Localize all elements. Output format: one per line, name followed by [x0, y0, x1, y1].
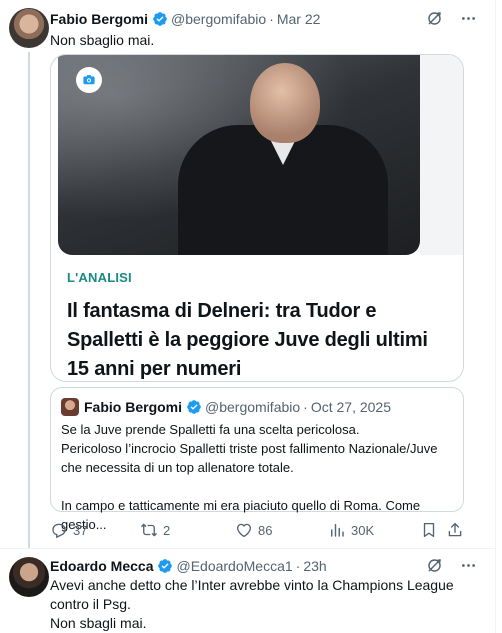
tweet-header: Edoardo Mecca @EdoardoMecca1 · 23h	[50, 557, 327, 575]
tweet-top-actions	[424, 8, 478, 28]
card-title[interactable]: Il fantasma di Delneri: tra Tudor e Spal…	[67, 297, 437, 381]
repost-count: 2	[163, 522, 171, 538]
repost-button[interactable]: 2	[140, 520, 170, 540]
quoted-header: Fabio Bergomi @bergomifabio · Oct 27, 20…	[84, 398, 391, 416]
quoted-line: Se la Juve prende Spalletti fa una scelt…	[61, 422, 360, 437]
header-separator: ·	[269, 11, 274, 27]
quoted-handle: @bergomifabio	[205, 399, 301, 415]
thread-connector-line	[28, 52, 30, 548]
tweet-header: Fabio Bergomi @bergomifabio · Mar 22	[50, 10, 320, 28]
grok-icon[interactable]	[424, 8, 444, 28]
tweet-text: Avevi anche detto che l’Inter avrebbe vi…	[50, 576, 465, 633]
avatar-fabio-bergomi[interactable]	[9, 8, 49, 48]
more-options-icon[interactable]	[458, 8, 478, 28]
grok-icon[interactable]	[424, 555, 444, 575]
quoted-date: Oct 27, 2025	[310, 399, 392, 415]
tweet-top-actions	[424, 555, 478, 575]
reply-icon	[52, 523, 66, 539]
verified-badge-icon	[158, 559, 173, 573]
tweet-date[interactable]: 23h	[303, 557, 326, 575]
image-side-margin	[420, 55, 463, 255]
bookmark-button[interactable]	[420, 520, 438, 540]
tweet-fabio-bergomi[interactable]: Fabio Bergomi @bergomifabio · Mar 22 Non…	[0, 0, 495, 548]
share-button[interactable]	[446, 520, 464, 540]
quoted-separator: ·	[303, 399, 308, 415]
author-name[interactable]: Fabio Bergomi	[50, 10, 148, 28]
camera-icon	[76, 67, 102, 93]
image-figure-head	[250, 63, 320, 143]
quoted-author-name: Fabio Bergomi	[84, 399, 183, 415]
quoted-line: Pericoloso l’incrocio Spalletti triste p…	[61, 441, 438, 475]
tweet-divider	[0, 548, 495, 549]
author-handle[interactable]: @EdoardoMecca1	[176, 557, 292, 575]
verified-badge-icon	[187, 400, 201, 414]
author-name[interactable]: Edoardo Mecca	[50, 557, 153, 575]
author-handle[interactable]: @bergomifabio	[171, 10, 266, 28]
quoted-line	[61, 477, 453, 496]
like-count: 86	[258, 522, 273, 538]
views-count: 30K	[351, 522, 375, 538]
tweet-text: Non sbaglio mai.	[50, 32, 155, 48]
share-icon	[448, 522, 462, 537]
article-image[interactable]	[58, 55, 420, 255]
reply-count: 37	[73, 522, 88, 538]
timeline-right-border	[495, 0, 496, 633]
repost-icon	[141, 523, 157, 537]
views-button[interactable]: 30K	[328, 520, 374, 540]
tweet-date[interactable]: Mar 22	[277, 10, 321, 28]
tweet-action-bar: 37 2 86 30K	[50, 520, 464, 540]
tweet-text-line: Non sbagli mai.	[50, 615, 147, 631]
quoted-avatar	[61, 398, 79, 416]
card-kicker: L'ANALISI	[67, 270, 132, 285]
quoted-text: Se la Juve prende Spalletti fa una scelt…	[61, 420, 453, 534]
header-separator: ·	[295, 558, 301, 574]
more-options-icon[interactable]	[458, 555, 478, 575]
bookmark-icon	[423, 522, 435, 538]
quoted-tweet[interactable]: Fabio Bergomi @bergomifabio · Oct 27, 20…	[50, 387, 464, 532]
link-card[interactable]: L'ANALISI Il fantasma di Delneri: tra Tu…	[50, 54, 464, 382]
reply-button[interactable]: 37	[50, 520, 87, 540]
like-button[interactable]: 86	[235, 520, 272, 540]
views-chart-icon	[331, 524, 344, 537]
heart-icon	[236, 523, 252, 538]
avatar-edoardo-mecca[interactable]	[9, 557, 49, 597]
tweet-text-line: Avevi anche detto che l’Inter avrebbe vi…	[50, 577, 454, 612]
verified-badge-icon	[153, 12, 167, 26]
